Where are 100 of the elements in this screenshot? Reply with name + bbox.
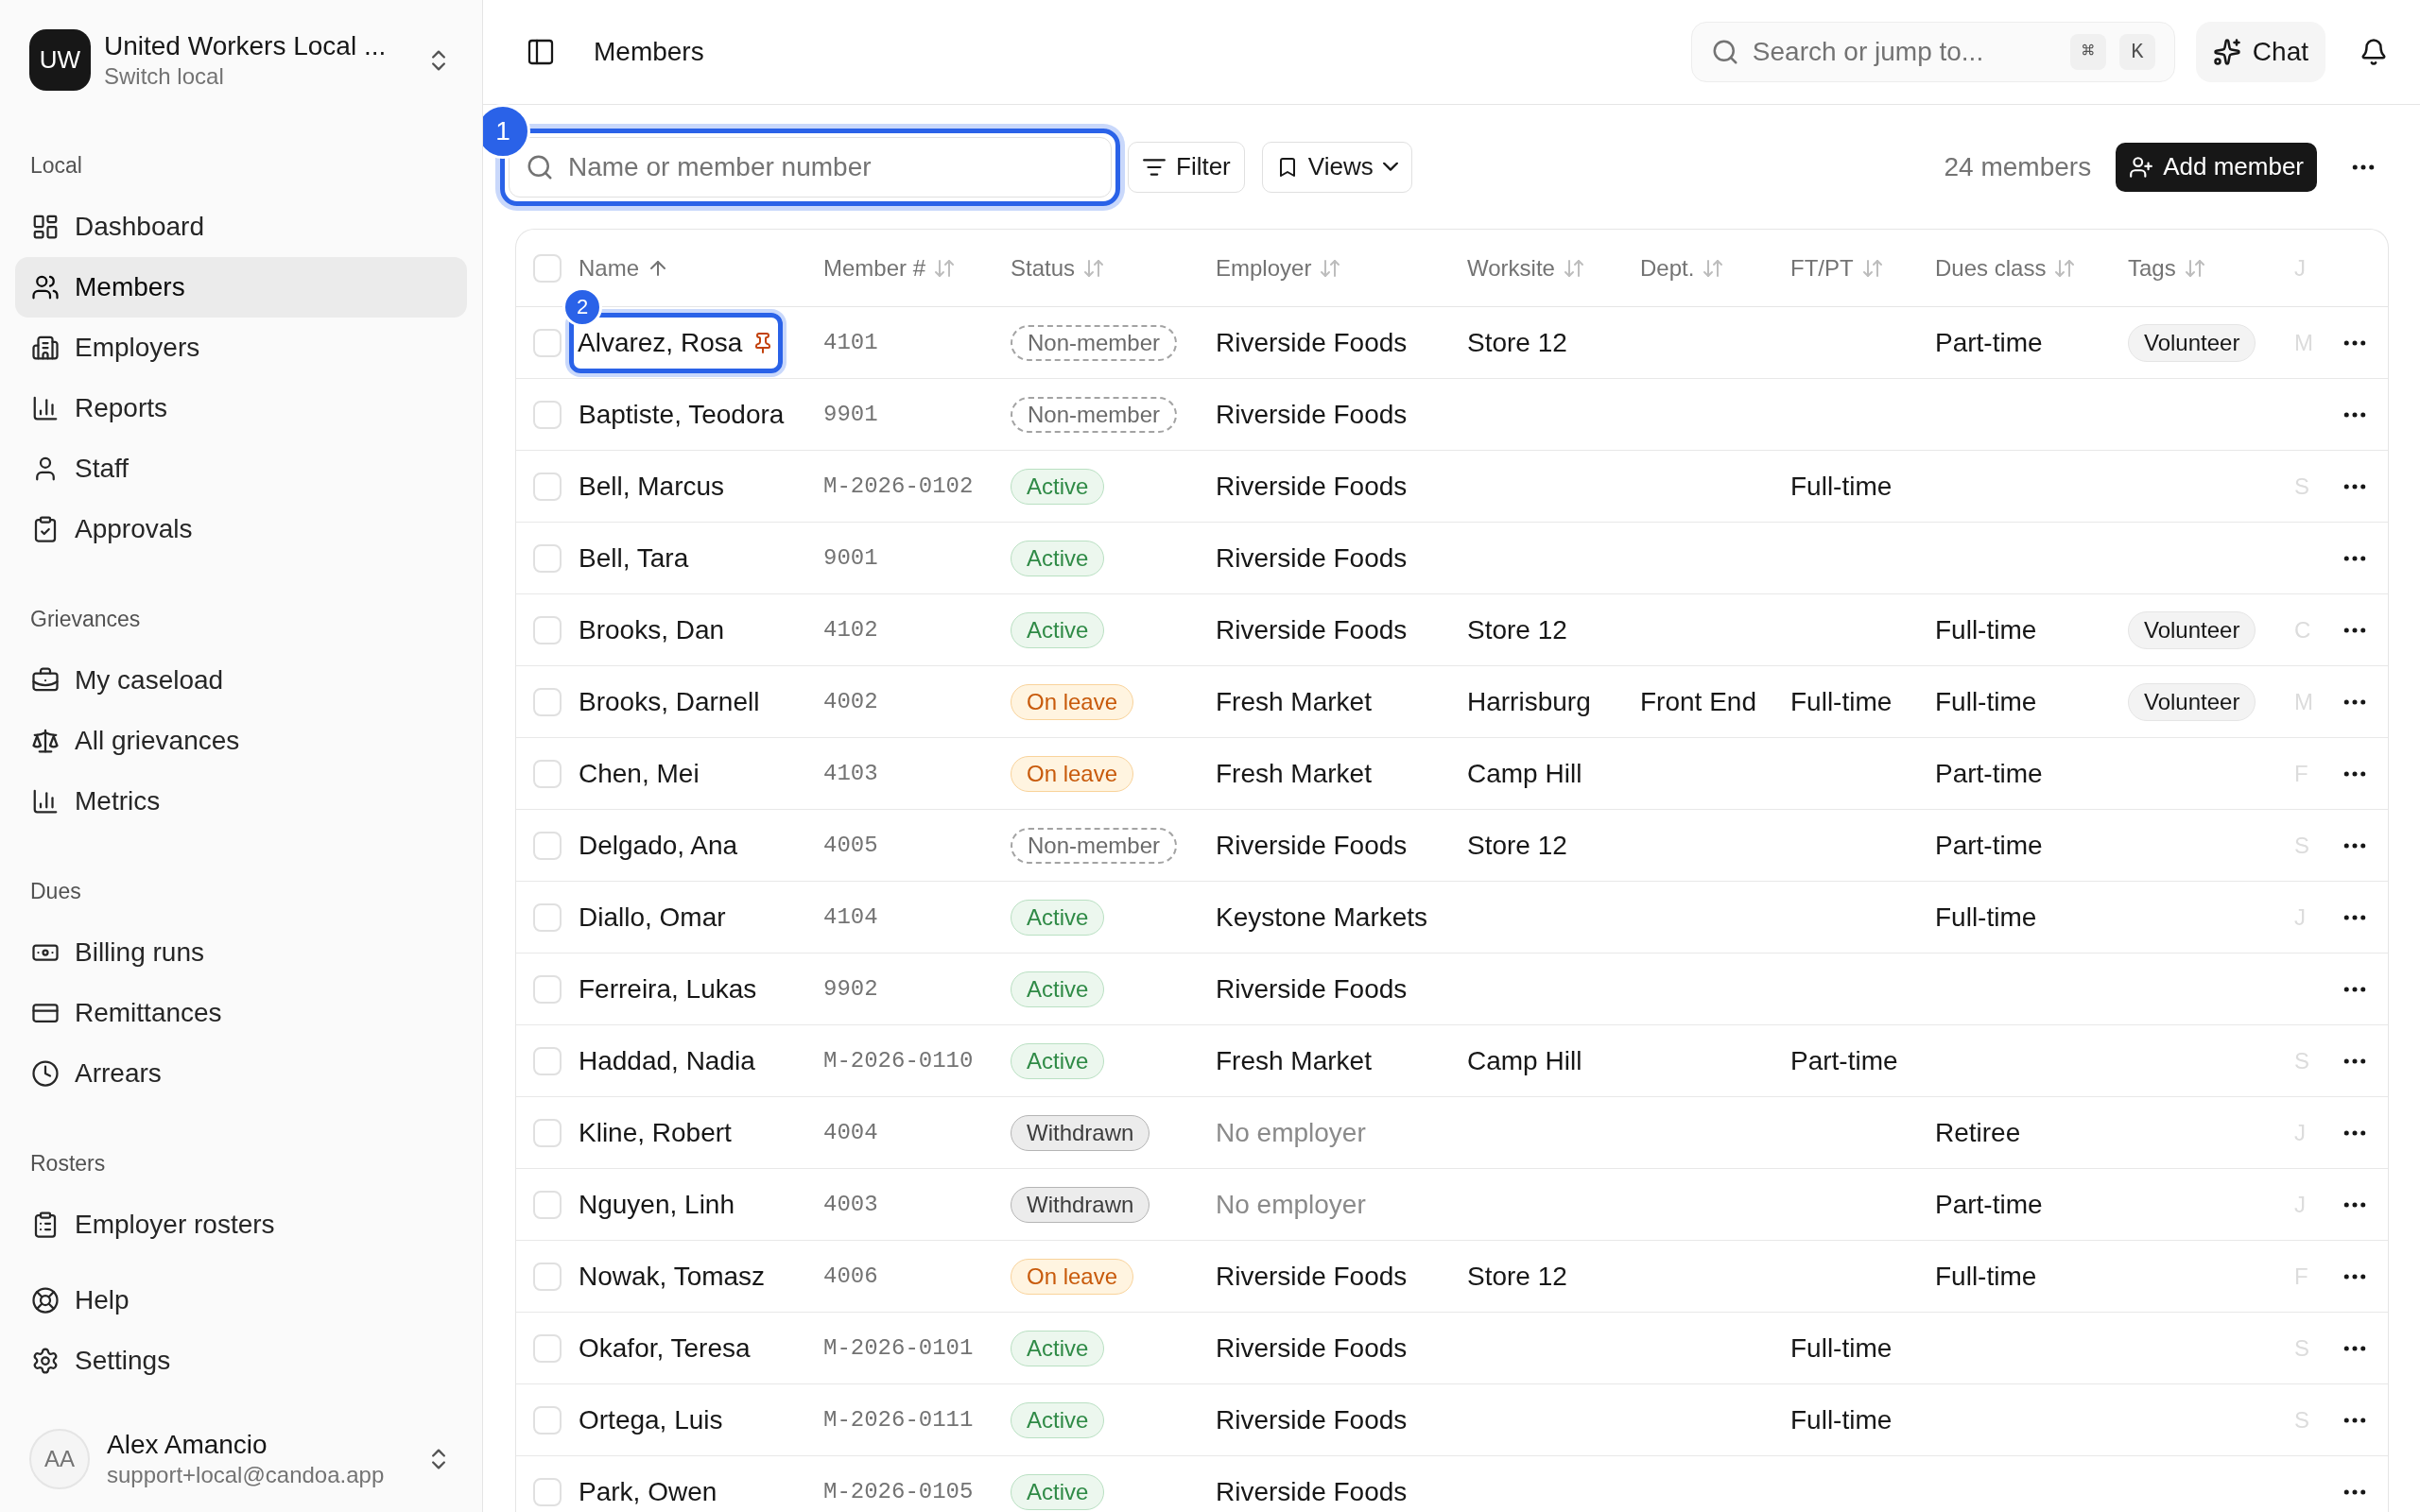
section-label: Rosters — [30, 1149, 106, 1177]
status-badge: Withdrawn — [1011, 1114, 1150, 1151]
global-search-field[interactable]: Search or jump to... ⌘ K — [1690, 22, 2175, 82]
sidebar-item[interactable]: Dashboard — [15, 197, 467, 257]
member-name[interactable]: Nowak, Tomasz — [579, 1256, 766, 1297]
member-name[interactable]: Kline, Robert — [579, 1112, 732, 1153]
row-checkbox[interactable] — [533, 1118, 562, 1147]
table-cell-text: Riverside Foods — [1216, 398, 1408, 431]
table-cell-text: Riverside Foods — [1216, 470, 1408, 503]
sidebar-item[interactable]: All grievances — [15, 711, 467, 771]
column-header[interactable]: Tags — [2128, 250, 2176, 285]
column-header[interactable]: Worksite — [1467, 250, 1555, 285]
row-checkbox[interactable] — [533, 1190, 562, 1219]
member-number: 4005 — [823, 831, 878, 860]
column-header[interactable]: FT/PT — [1790, 250, 1854, 285]
sidebar-item[interactable]: Settings — [15, 1331, 467, 1391]
status-badge: Active — [1011, 1330, 1105, 1366]
member-name[interactable]: Chen, Mei — [579, 753, 700, 794]
table-cell-text: Store 12 — [1467, 613, 1567, 646]
sidebar-toggle-icon[interactable] — [526, 37, 556, 67]
user-avatar: AA — [29, 1429, 90, 1489]
chat-button[interactable]: Chat — [2195, 22, 2325, 82]
column-header[interactable]: Name — [579, 250, 640, 285]
table-cell-text: Full-time — [1790, 1332, 1893, 1365]
dashboard-icon — [31, 213, 60, 241]
member-name[interactable]: Ferreira, Lukas — [579, 969, 757, 1009]
search-placeholder: Search or jump to... — [1752, 36, 1985, 68]
row-checkbox[interactable] — [533, 1333, 562, 1363]
row-checkbox[interactable] — [533, 974, 562, 1004]
sidebar-item[interactable]: Approvals — [15, 499, 467, 559]
member-name[interactable]: Brooks, Darnell — [579, 681, 760, 722]
column-header[interactable]: Dept. — [1640, 250, 1695, 285]
member-number: 4003 — [823, 1190, 878, 1219]
column-header[interactable]: Employer — [1216, 250, 1312, 285]
add-member-button[interactable]: Add member — [2116, 142, 2317, 192]
row-checkbox[interactable] — [533, 831, 562, 860]
row-checkbox[interactable] — [533, 328, 562, 357]
sidebar-item[interactable]: Arrears — [15, 1043, 467, 1104]
tag-chip: Volunteer — [2128, 610, 2256, 649]
sidebar-item[interactable]: Billing runs — [15, 922, 467, 983]
table-cell-text: Part-time — [1790, 1044, 1898, 1077]
row-checkbox[interactable] — [533, 253, 562, 283]
status-badge: Non-member — [1011, 396, 1178, 433]
sidebar-item[interactable]: Reports — [15, 378, 467, 438]
building-icon — [31, 334, 60, 362]
sidebar-item[interactable]: Remittances — [15, 983, 467, 1043]
member-name[interactable]: Nguyen, Linh — [579, 1184, 735, 1225]
row-checkbox[interactable] — [533, 543, 562, 573]
sidebar-item[interactable]: Employers — [15, 318, 467, 378]
notifications-icon[interactable] — [2360, 38, 2388, 66]
tag-chip: Volunteer — [2128, 682, 2256, 721]
table-cell-text: Riverside Foods — [1216, 613, 1408, 646]
row-checkbox[interactable] — [533, 1405, 562, 1435]
member-name[interactable]: Brooks, Dan — [579, 610, 725, 650]
filter-button[interactable]: Filter — [1128, 141, 1245, 193]
row-checkbox[interactable] — [533, 687, 562, 716]
member-number: 9901 — [823, 400, 878, 429]
row-checkbox[interactable] — [533, 615, 562, 644]
shortcut-key: K — [2118, 34, 2155, 70]
table-cell-text: Store 12 — [1467, 829, 1567, 862]
bar-chart-icon — [31, 787, 60, 816]
member-name[interactable]: Park, Owen — [579, 1471, 717, 1512]
row-checkbox[interactable] — [533, 472, 562, 501]
row-checkbox[interactable] — [533, 1046, 562, 1075]
member-name[interactable]: Bell, Tara — [579, 538, 689, 578]
sidebar-item[interactable]: Help — [15, 1270, 467, 1331]
table-cell-text: Full-time — [1790, 685, 1893, 718]
row-checkbox[interactable] — [533, 759, 562, 788]
row-checkbox[interactable] — [533, 1477, 562, 1506]
sidebar-item[interactable]: My caseload — [15, 650, 467, 711]
table-cell-text: Full-time — [1790, 1403, 1893, 1436]
views-button[interactable]: Views — [1261, 141, 1412, 193]
member-name[interactable]: Alvarez, Rosa — [578, 329, 743, 356]
member-name[interactable]: Haddad, Nadia — [579, 1040, 755, 1081]
sidebar-item[interactable]: Staff — [15, 438, 467, 499]
row-checkbox[interactable] — [533, 1262, 562, 1291]
table-cell-text: Retiree — [1935, 1116, 2021, 1149]
table-cell-text: Camp Hill — [1467, 757, 1582, 790]
column-header[interactable]: Status — [1011, 250, 1076, 285]
user-menu[interactable]: AA Alex Amancio support+local@candoa.app — [15, 1421, 467, 1497]
member-number: M-2026-0102 — [823, 472, 974, 501]
sidebar-item[interactable]: Members — [15, 257, 467, 318]
member-name[interactable]: Ortega, Luis — [579, 1400, 723, 1440]
member-name[interactable]: Diallo, Omar — [579, 897, 726, 937]
member-name[interactable]: Okafor, Teresa — [579, 1328, 751, 1368]
status-badge: Active — [1011, 540, 1105, 576]
column-header[interactable]: Member # — [823, 250, 926, 285]
row-checkbox[interactable] — [533, 902, 562, 932]
row-checkbox[interactable] — [533, 400, 562, 429]
member-name[interactable]: Baptiste, Teodora — [579, 394, 785, 435]
member-name[interactable]: Delgado, Ana — [579, 825, 738, 866]
member-search-field[interactable]: Name or member number — [509, 136, 1112, 198]
sidebar-item[interactable]: Employer rosters — [15, 1194, 467, 1255]
table-cell-text: Fresh Market — [1216, 757, 1372, 790]
member-number: 4103 — [823, 759, 878, 788]
column-header[interactable]: Dues class — [1935, 250, 2047, 285]
table-cell-text: Riverside Foods — [1216, 1332, 1408, 1365]
scale-icon — [31, 727, 60, 755]
member-name[interactable]: Bell, Marcus — [579, 466, 725, 507]
sidebar-item[interactable]: Metrics — [15, 771, 467, 832]
